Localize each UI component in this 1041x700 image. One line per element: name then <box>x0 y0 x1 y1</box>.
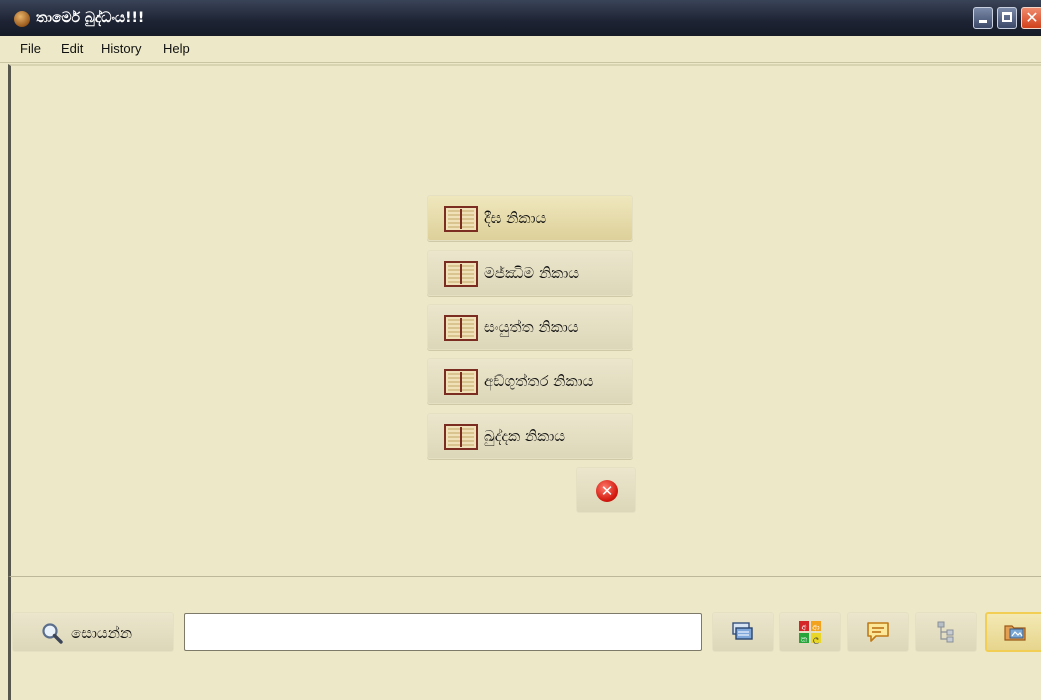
nikaya-label: අඞ්ගුත්තර නිකාය <box>484 372 594 390</box>
nikaya-button-majjhima[interactable]: මජ්ඣිම නිකාය <box>427 250 633 296</box>
menu-history[interactable]: History <box>101 41 141 56</box>
search-icon <box>42 623 63 644</box>
documents-button[interactable] <box>712 612 774 652</box>
tree-view-button[interactable] <box>915 612 977 652</box>
tree-view-icon <box>937 621 954 643</box>
window-title: තාමෙර් බුද්ධංය!!! <box>36 10 145 26</box>
nikaya-label: මජ්ඣිම නිකාය <box>484 264 580 282</box>
svg-text:ල: ල <box>813 635 819 645</box>
open-folder-icon <box>1004 625 1026 641</box>
maximize-icon <box>1002 12 1012 22</box>
book-icon <box>444 206 478 232</box>
open-folder-button[interactable] <box>985 612 1041 652</box>
book-icon <box>444 315 478 341</box>
search-button-label: සොයන්න <box>71 624 133 642</box>
nikaya-button-samyutta[interactable]: සංයුත්ත නිකාය <box>427 304 633 350</box>
app-logo-icon <box>14 11 30 27</box>
minimize-button[interactable] <box>973 7 993 29</box>
maximize-button[interactable] <box>997 7 1017 29</box>
svg-text:ආ: ආ <box>812 623 820 633</box>
search-button[interactable]: සොයන්න <box>12 612 174 652</box>
book-icon <box>444 261 478 287</box>
svg-text:ක: ක <box>801 635 808 644</box>
title-bar[interactable]: තාමෙර් බුද්ධංය!!! ✕ <box>0 0 1041 36</box>
comment-icon <box>867 622 889 642</box>
search-input[interactable] <box>184 613 702 651</box>
comment-button[interactable] <box>847 612 909 652</box>
menu-edit[interactable]: Edit <box>61 41 83 56</box>
app-window: තාමෙර් බුද්ධංය!!! ✕ File Edit History He… <box>0 0 1041 700</box>
nikaya-button-khuddaka[interactable]: ඛුද්දක නිකාය <box>427 413 633 459</box>
menu-help[interactable]: Help <box>163 41 190 56</box>
close-window-button[interactable]: ✕ <box>1021 7 1041 29</box>
nikaya-button-anguttara[interactable]: අඞ්ගුත්තර නිකාය <box>427 358 633 404</box>
close-circle-icon: ✕ <box>596 480 618 502</box>
sinhala-keyboard-button[interactable]: අ ආ ක ල <box>779 612 841 652</box>
close-panel-button[interactable]: ✕ <box>576 467 636 513</box>
menu-bar: File Edit History Help <box>0 36 1041 63</box>
nikaya-label: ඛුද්දක නිකාය <box>484 427 566 445</box>
book-icon <box>444 424 478 450</box>
menu-file[interactable]: File <box>20 41 41 56</box>
sinhala-keyboard-icon: අ ආ ක ල <box>799 621 821 645</box>
nikaya-label: සංයුත්ත නිකාය <box>484 318 579 336</box>
book-icon <box>444 369 478 395</box>
documents-icon <box>732 622 753 640</box>
nikaya-button-digha[interactable]: දීඝ නිකාය <box>427 195 633 241</box>
nikaya-label: දීඝ නිකාය <box>484 209 547 227</box>
close-icon: ✕ <box>1025 8 1039 27</box>
minimize-icon <box>979 20 987 23</box>
svg-text:අ: අ <box>802 623 807 633</box>
